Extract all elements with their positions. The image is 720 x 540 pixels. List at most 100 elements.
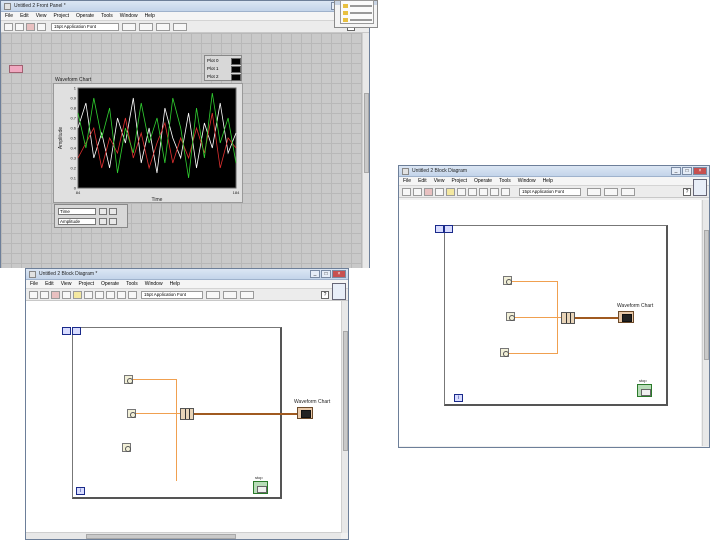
menu-edit[interactable]: Edit	[418, 177, 427, 185]
menu-tools[interactable]: Tools	[126, 280, 138, 288]
menu-tools[interactable]: Tools	[499, 177, 511, 185]
numeric-wire[interactable]	[512, 281, 557, 282]
pause-icon[interactable]	[37, 23, 46, 31]
run-arrow-icon[interactable]	[4, 23, 13, 31]
waveform-chart[interactable]: 1 0.9 0.8 0.7 0.6 0.5 0.4 0.3 0.2 0.1 0 84 184 Time Am…	[53, 83, 243, 203]
menu-view[interactable]: View	[434, 177, 445, 185]
minimize-icon[interactable]: _	[671, 167, 681, 175]
plot-legend-item[interactable]: Plot 0	[207, 58, 241, 65]
stop-terminal[interactable]	[637, 384, 652, 397]
abort-icon[interactable]	[51, 291, 60, 299]
block-diagram-vscroll[interactable]	[341, 301, 348, 533]
numeric-wire[interactable]	[133, 379, 176, 380]
maximize-icon[interactable]: □	[321, 270, 331, 278]
bundle-node[interactable]	[561, 312, 575, 324]
block-diagram-hscroll[interactable]	[26, 532, 341, 539]
abort-icon[interactable]	[26, 23, 35, 31]
retain-wire-values-icon[interactable]	[457, 188, 466, 196]
run-continuously-icon[interactable]	[15, 23, 24, 31]
numeric-wire[interactable]	[515, 317, 561, 318]
scale-lock-icon[interactable]	[109, 218, 117, 225]
menu-operate[interactable]: Operate	[101, 280, 119, 288]
step-into-icon[interactable]	[95, 291, 104, 299]
menu-project[interactable]: Project	[53, 12, 69, 20]
run-continuously-icon[interactable]	[40, 291, 49, 299]
block-diagram-canvas[interactable]: i Waveform Chart stop	[399, 200, 701, 446]
waveform-chart-terminal[interactable]	[297, 407, 313, 419]
reorder-icon[interactable]	[240, 291, 254, 299]
menu-file[interactable]: File	[30, 280, 38, 288]
align-objects-icon[interactable]	[206, 291, 220, 299]
context-help-icon[interactable]	[693, 179, 707, 196]
help-icon[interactable]: ?	[321, 291, 329, 299]
menu-help[interactable]: Help	[145, 12, 155, 20]
cluster-wire[interactable]	[194, 413, 297, 415]
distribute-objects-icon[interactable]	[223, 291, 237, 299]
run-arrow-icon[interactable]	[402, 188, 411, 196]
scroll-thumb[interactable]	[704, 230, 709, 360]
numeric-wire[interactable]	[509, 353, 557, 354]
step-out-icon[interactable]	[117, 291, 126, 299]
waveform-chart-terminal[interactable]	[618, 311, 634, 323]
menu-operate[interactable]: Operate	[76, 12, 94, 20]
menu-window[interactable]: Window	[145, 280, 163, 288]
scroll-thumb[interactable]	[343, 331, 348, 451]
random-number-node[interactable]	[503, 276, 512, 285]
random-number-node[interactable]	[500, 348, 509, 357]
scale-legend-time[interactable]: Time	[58, 208, 96, 215]
block-diagram-vscroll[interactable]	[702, 200, 709, 446]
scale-lock-icon[interactable]	[109, 208, 117, 215]
menu-project[interactable]: Project	[451, 177, 467, 185]
bundle-node[interactable]	[180, 408, 194, 420]
cluster-wire[interactable]	[575, 317, 618, 319]
menu-window[interactable]: Window	[518, 177, 536, 185]
font-dropdown[interactable]: 15pt Application Font	[519, 188, 581, 196]
numeric-wire[interactable]	[176, 379, 177, 481]
plot-legend[interactable]: Plot 0 Plot 1 Plot 2	[204, 55, 242, 81]
front-panel-titlebar[interactable]: Untitled 2 Front Panel * _ □ ×	[1, 1, 369, 12]
stop-terminal[interactable]	[253, 481, 268, 494]
step-over-icon[interactable]	[106, 291, 115, 299]
pause-icon[interactable]	[62, 291, 71, 299]
scroll-thumb[interactable]	[364, 93, 369, 173]
stop-button[interactable]	[9, 65, 23, 73]
random-number-node[interactable]	[124, 375, 133, 384]
distribute-objects-icon[interactable]	[139, 23, 153, 31]
distribute-objects-icon[interactable]	[604, 188, 618, 196]
scale-format-icon[interactable]	[99, 218, 107, 225]
clean-up-icon[interactable]	[128, 291, 137, 299]
run-arrow-icon[interactable]	[29, 291, 38, 299]
run-continuously-icon[interactable]	[413, 188, 422, 196]
minimize-icon[interactable]: _	[310, 270, 320, 278]
front-panel-vscroll[interactable]	[362, 33, 369, 268]
block-diagram-canvas[interactable]: i Waveform Chart stop	[26, 301, 341, 533]
menu-view[interactable]: View	[61, 280, 72, 288]
help-icon[interactable]: ?	[683, 188, 691, 196]
menu-edit[interactable]: Edit	[45, 280, 54, 288]
abort-icon[interactable]	[424, 188, 433, 196]
numeric-wire[interactable]	[136, 413, 176, 414]
reorder-icon[interactable]	[173, 23, 187, 31]
menu-file[interactable]: File	[5, 12, 13, 20]
menu-view[interactable]: View	[36, 12, 47, 20]
menu-help[interactable]: Help	[543, 177, 553, 185]
step-over-icon[interactable]	[479, 188, 488, 196]
resize-objects-icon[interactable]	[156, 23, 170, 31]
menu-project[interactable]: Project	[78, 280, 94, 288]
random-number-node[interactable]	[506, 312, 515, 321]
block-diagram-titlebar[interactable]: Untitled 2 Block Diagram * _ □ ×	[26, 269, 348, 280]
project-tree-window[interactable]	[340, 0, 374, 24]
close-icon[interactable]: ×	[693, 167, 707, 175]
scale-legend-amplitude[interactable]: Amplitude	[58, 218, 96, 225]
random-number-node[interactable]	[127, 409, 136, 418]
highlight-execution-icon[interactable]	[446, 188, 455, 196]
step-out-icon[interactable]	[490, 188, 499, 196]
front-panel-canvas[interactable]: Plot 0 Plot 1 Plot 2 Waveform Chart 1 0.9…	[1, 33, 363, 268]
plot-legend-item[interactable]: Plot 1	[207, 66, 241, 73]
maximize-icon[interactable]: □	[682, 167, 692, 175]
plot-legend-item[interactable]: Plot 2	[207, 74, 241, 81]
menu-operate[interactable]: Operate	[474, 177, 492, 185]
clean-up-icon[interactable]	[501, 188, 510, 196]
font-dropdown[interactable]: 15pt Application Font	[51, 23, 119, 31]
menu-window[interactable]: Window	[120, 12, 138, 20]
